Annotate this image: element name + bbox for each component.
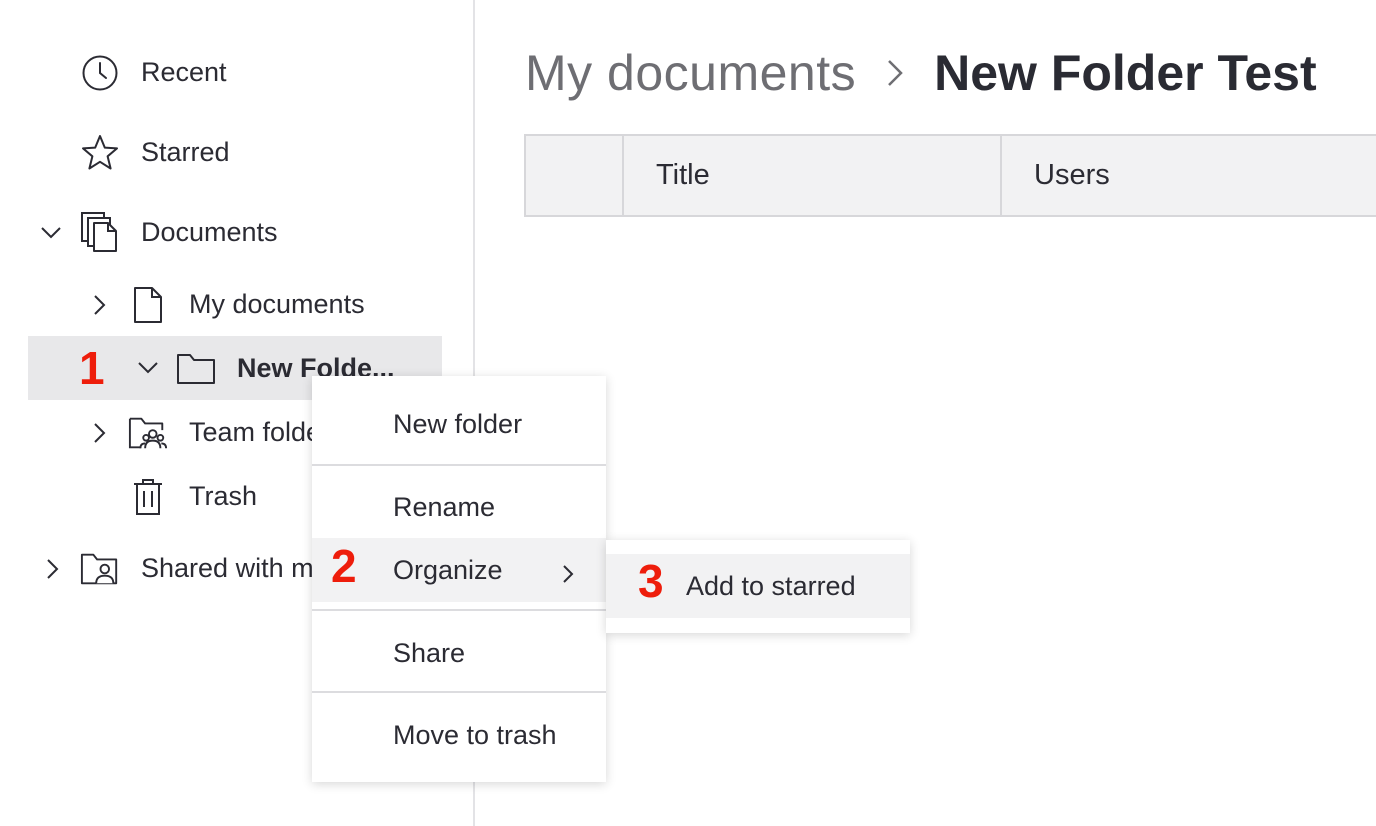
chevron-right-icon [886, 58, 904, 88]
sidebar-item-label: Recent [141, 57, 227, 87]
title-column-header[interactable]: Title [624, 136, 1002, 215]
chevron-down-icon[interactable] [40, 222, 62, 244]
menu-item-share[interactable]: Share [312, 621, 606, 685]
table-header: Title Users [524, 134, 1376, 217]
sidebar-item-label: Starred [141, 137, 230, 167]
chevron-right-icon[interactable] [89, 422, 111, 444]
sidebar-item-starred[interactable]: Starred [0, 121, 470, 185]
menu-item-label: Share [393, 637, 466, 668]
menu-item-rename[interactable]: Rename [312, 475, 606, 539]
menu-item-label: Move to trash [393, 719, 557, 750]
chevron-down-icon[interactable] [137, 357, 159, 379]
file-icon [128, 285, 168, 325]
menu-divider [312, 609, 606, 611]
menu-item-label: Add to starred [686, 570, 856, 601]
sidebar-item-documents[interactable]: Documents [0, 201, 470, 265]
star-icon [80, 133, 120, 173]
sidebar-item-label: Shared with me [141, 553, 329, 583]
shared-folder-icon [80, 549, 120, 589]
sidebar-item-my-documents[interactable]: My documents [0, 273, 470, 337]
sidebar-item-label: My documents [189, 289, 365, 319]
sidebar-item-label: Documents [141, 217, 278, 247]
clock-icon [80, 53, 120, 93]
step-marker-3: 3 [638, 555, 664, 607]
chevron-right-icon[interactable] [42, 558, 64, 580]
breadcrumb: My documents New Folder Test [525, 40, 1317, 106]
step-marker-1: 1 [79, 342, 105, 394]
select-column-header[interactable] [526, 136, 624, 215]
trash-icon [128, 477, 168, 517]
documents-icon [80, 212, 120, 252]
menu-item-label: Rename [393, 491, 496, 522]
users-column-header[interactable]: Users [1002, 136, 1376, 215]
menu-item-label: Organize [393, 554, 503, 585]
step-marker-2: 2 [331, 540, 357, 592]
menu-item-move-to-trash[interactable]: Move to trash [312, 703, 606, 767]
folder-icon [176, 348, 216, 388]
page-title: New Folder Test [934, 45, 1317, 101]
menu-item-new-folder[interactable]: New folder [312, 392, 606, 456]
chevron-right-icon[interactable] [89, 294, 111, 316]
sidebar-item-recent[interactable]: Recent [0, 41, 470, 105]
menu-item-label: New folder [393, 408, 523, 439]
breadcrumb-parent-link[interactable]: My documents [525, 44, 856, 102]
chevron-right-icon [562, 560, 574, 591]
menu-divider [312, 464, 606, 466]
menu-divider [312, 691, 606, 693]
team-folder-icon [128, 413, 168, 453]
sidebar-item-label: Trash [189, 481, 258, 511]
